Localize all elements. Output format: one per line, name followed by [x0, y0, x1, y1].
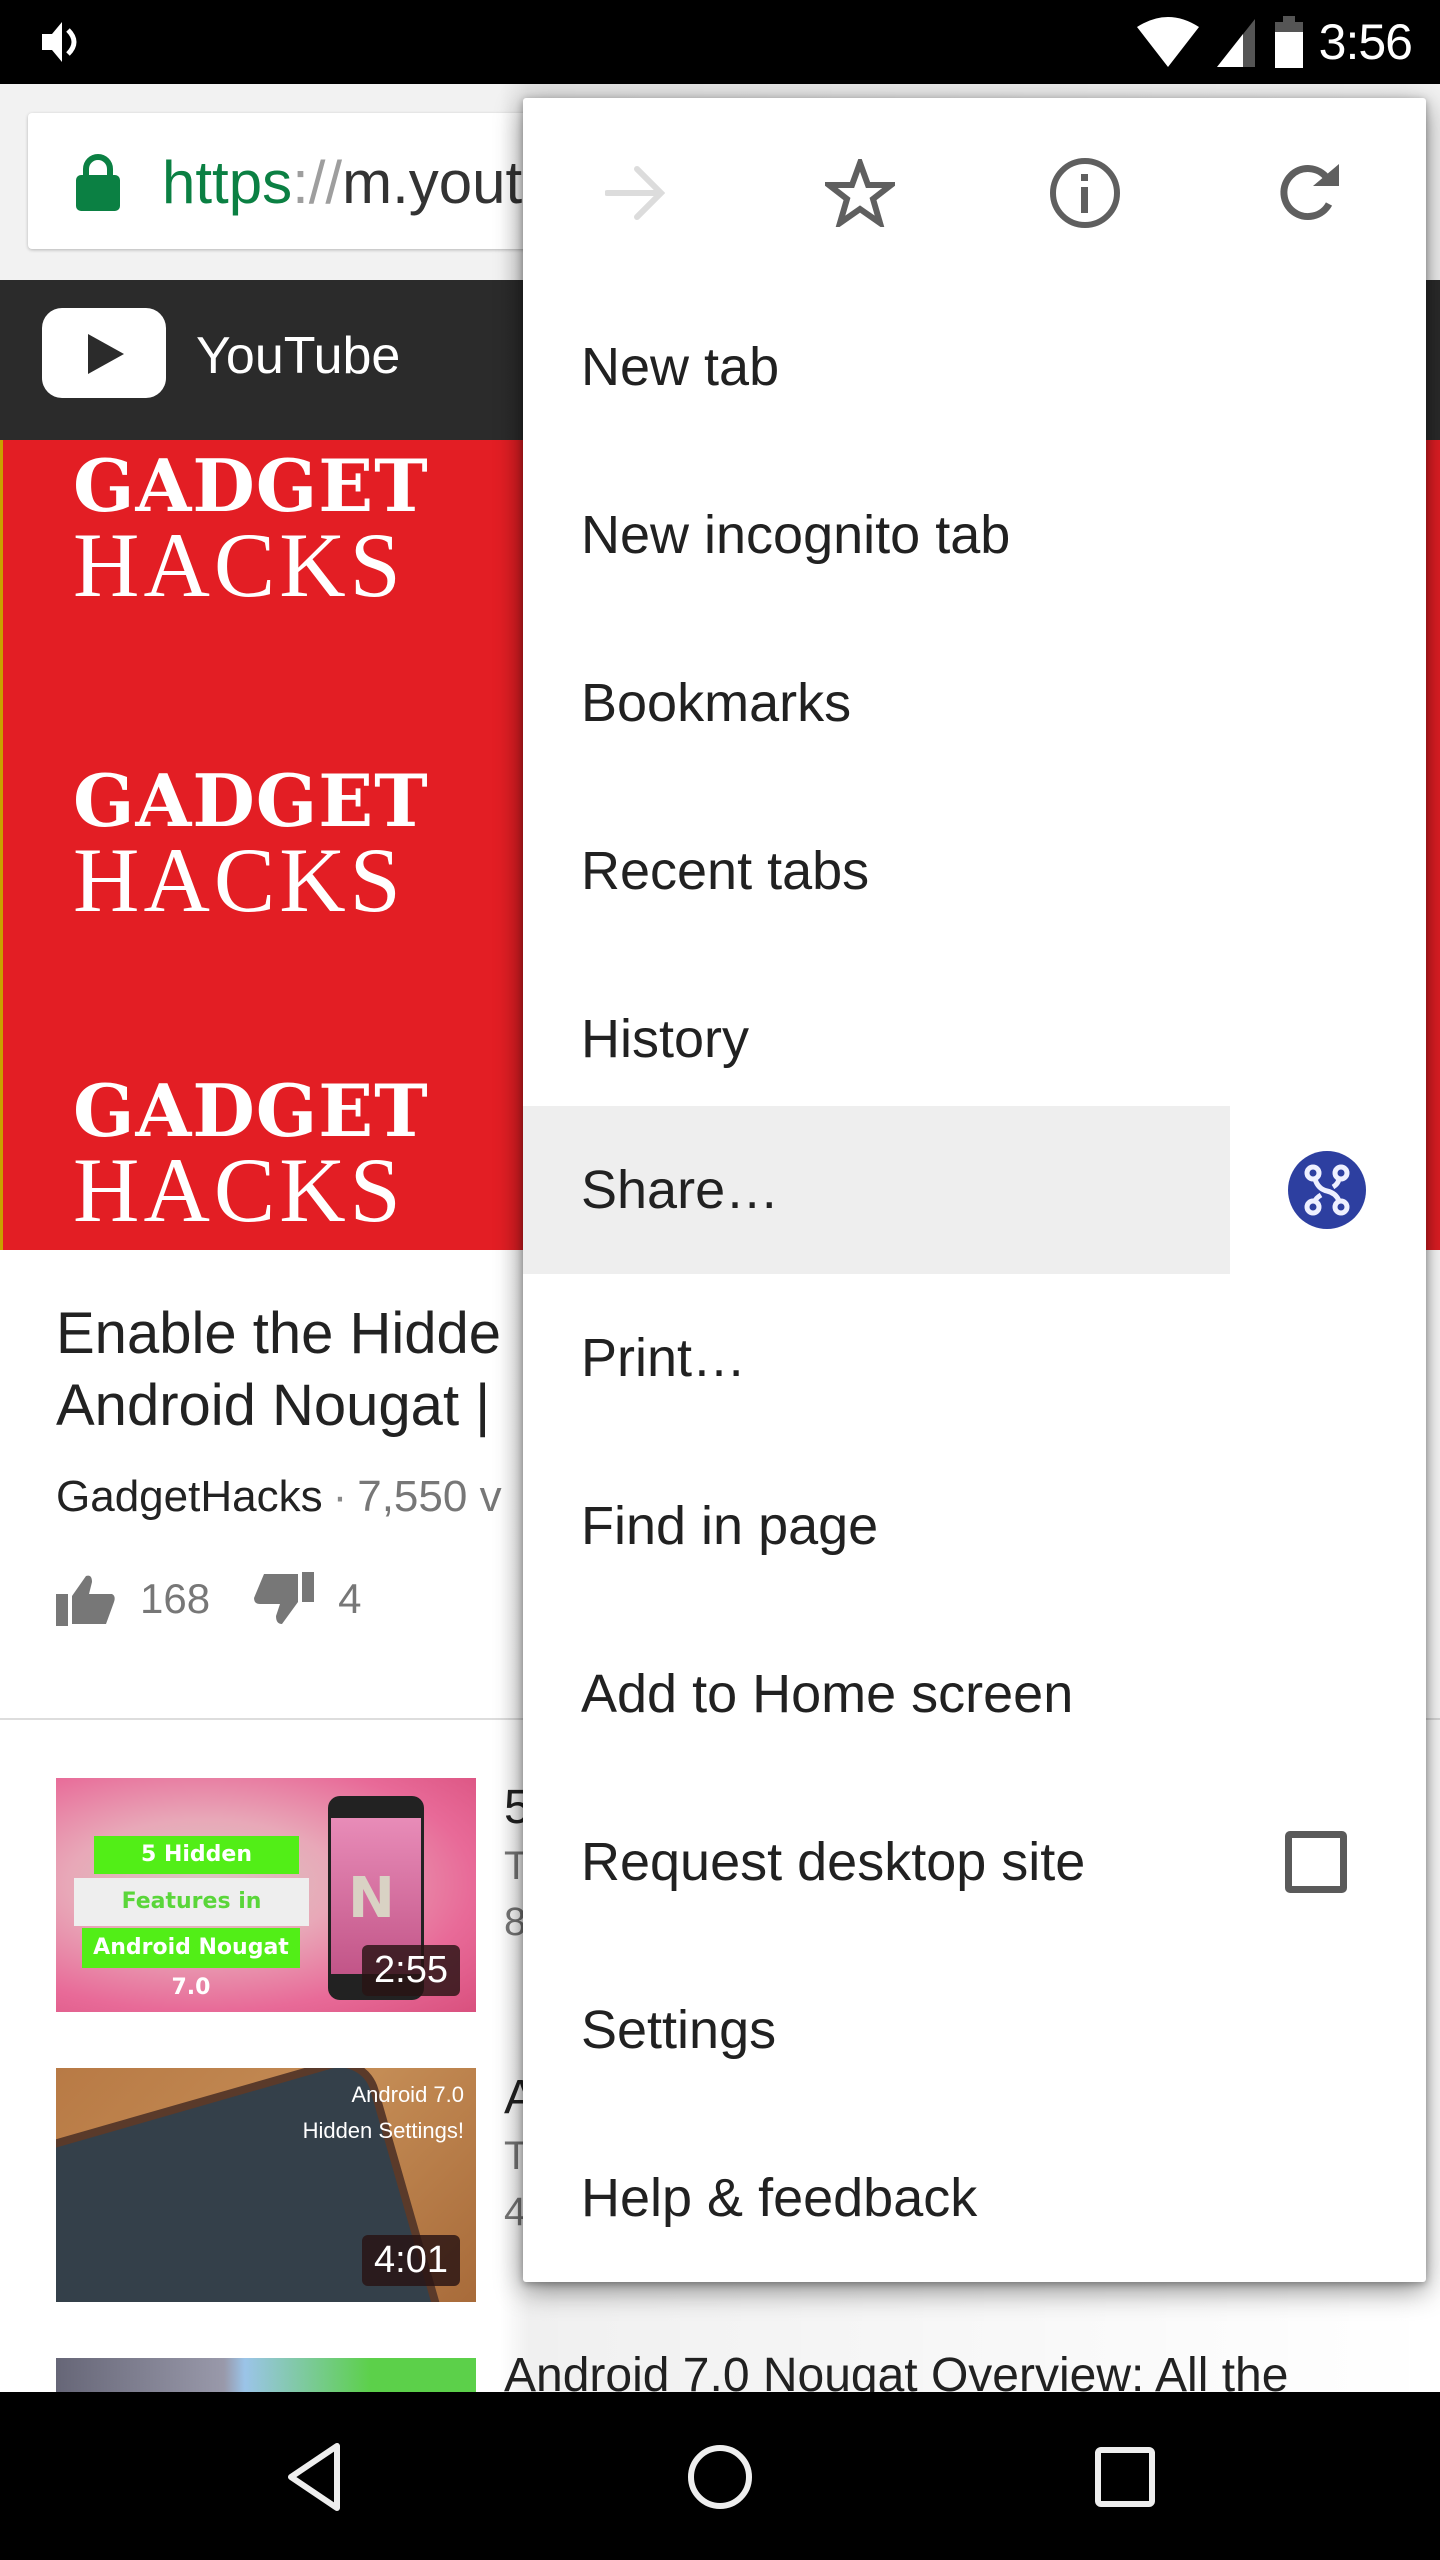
menu-item-label: Recent tabs: [581, 841, 870, 901]
channel-name[interactable]: GadgetHacks: [56, 1472, 323, 1521]
menu-item-new-tab[interactable]: New tab: [523, 283, 1426, 451]
youtube-logo[interactable]: [42, 308, 166, 398]
url-scheme: https: [162, 149, 293, 216]
menu-item-new-incognito-tab[interactable]: New incognito tab: [523, 451, 1426, 619]
gadget-hacks-logo: GADGET HACKS: [73, 443, 433, 616]
logo-line2: HACKS: [73, 829, 405, 931]
reload-button[interactable]: [1265, 148, 1355, 238]
menu-item-label: Share…: [581, 1160, 780, 1220]
thumb-caption: Android 7.0: [351, 2082, 464, 2107]
video-thumbnail[interactable]: [56, 2358, 476, 2392]
volume-icon: [42, 22, 77, 62]
home-button[interactable]: [665, 2432, 775, 2522]
forward-icon: [605, 166, 665, 220]
recents-icon: [1095, 2447, 1155, 2507]
menu-item-label: History: [581, 1009, 750, 1069]
menu-item-share[interactable]: Share…: [523, 1106, 1426, 1274]
thumbs-down-icon[interactable]: [254, 1572, 315, 1626]
menu-item-label: Bookmarks: [581, 673, 852, 733]
menu-item-label: Add to Home screen: [581, 1664, 1074, 1724]
url-text[interactable]: https://m.youtu: [162, 143, 556, 223]
system-nav-bar: [0, 2392, 1440, 2560]
menu-item-add-to-home-screen[interactable]: Add to Home screen: [523, 1610, 1426, 1778]
wifi-icon: [1136, 17, 1199, 67]
battery-icon: [1274, 16, 1303, 68]
share-app-glyph: [1304, 1164, 1350, 1216]
menu-item-request-desktop-site[interactable]: Request desktop site: [523, 1778, 1426, 1946]
status-bar: 3:56: [0, 0, 1440, 84]
recents-button[interactable]: [1070, 2432, 1180, 2522]
cell-signal-icon: [1216, 19, 1255, 67]
meta-separator: ·: [332, 1472, 348, 1521]
menu-item-label: Find in page: [581, 1496, 879, 1556]
menu-item-recent-tabs[interactable]: Recent tabs: [523, 787, 1426, 955]
menu-item-help-feedback[interactable]: Help & feedback: [523, 2114, 1426, 2282]
url-separator: ://: [292, 149, 343, 216]
gadget-hacks-logo: GADGET HACKS: [73, 1068, 433, 1241]
menu-item-label: Request desktop site: [581, 1832, 1086, 1892]
menu-item-label: Help & feedback: [581, 2168, 978, 2228]
menu-item-history[interactable]: History: [523, 955, 1426, 1123]
video-meta: GadgetHacks · 7,550 v: [56, 1472, 502, 1522]
thumb-caption: Android Nougat 7.0: [82, 1928, 300, 2000]
thumb-caption: 5 Hidden: [94, 1836, 299, 1874]
menu-item-label: New tab: [581, 337, 780, 397]
view-count: 7,550 v: [357, 1472, 502, 1521]
home-icon: [688, 2445, 752, 2509]
page-info-button[interactable]: [1040, 148, 1130, 238]
video-actions: 168 4: [56, 1572, 405, 1626]
menu-item-label: Print…: [581, 1328, 747, 1388]
menu-item-bookmarks[interactable]: Bookmarks: [523, 619, 1426, 787]
thumbs-up-icon[interactable]: [56, 1572, 116, 1626]
back-button[interactable]: [260, 2432, 370, 2522]
bookmark-button[interactable]: [815, 148, 905, 238]
like-count: 168: [140, 1575, 211, 1622]
logo-line1: GADGET: [73, 758, 429, 843]
share-app-icon[interactable]: [1288, 1151, 1366, 1229]
video-duration: 2:55: [362, 1945, 460, 1996]
menu-item-label: Settings: [581, 2000, 777, 2060]
dislike-count: 4: [338, 1575, 362, 1622]
clock: 3:56: [1318, 14, 1413, 70]
menu-icon-row: [523, 98, 1426, 270]
play-icon: [88, 334, 124, 374]
menu-item-print[interactable]: Print…: [523, 1274, 1426, 1442]
thumb-caption: Features in: [74, 1878, 309, 1926]
video-thumbnail[interactable]: 5 Hidden Features in Android Nougat 7.0 …: [56, 1778, 476, 2012]
logo-line1: GADGET: [73, 1068, 429, 1153]
gadget-hacks-logo: GADGET HACKS: [73, 758, 433, 931]
nougat-logo: N: [348, 1866, 395, 1931]
lock-icon: [76, 154, 120, 211]
video-thumbnail[interactable]: Android 7.0 Hidden Settings! 4:01: [56, 2068, 476, 2302]
thumb-caption: Hidden Settings!: [302, 2118, 464, 2143]
reload-icon: [1280, 164, 1339, 220]
menu-item-label: New incognito tab: [581, 505, 1011, 565]
request-desktop-checkbox[interactable]: [1285, 1831, 1347, 1893]
logo-line2: HACKS: [73, 514, 405, 616]
menu-item-settings[interactable]: Settings: [523, 1946, 1426, 2114]
menu-item-find-in-page[interactable]: Find in page: [523, 1442, 1426, 1610]
forward-button[interactable]: [590, 148, 680, 238]
logo-line1: GADGET: [73, 443, 429, 528]
video-duration: 4:01: [362, 2235, 460, 2286]
site-title: YouTube: [196, 327, 401, 385]
logo-line2: HACKS: [73, 1139, 405, 1241]
bookmark-star-icon: [825, 159, 895, 227]
page-info-icon: [1050, 158, 1120, 228]
overflow-menu: New tab New incognito tab Bookmarks Rece…: [523, 98, 1426, 2282]
back-icon: [288, 2443, 340, 2511]
